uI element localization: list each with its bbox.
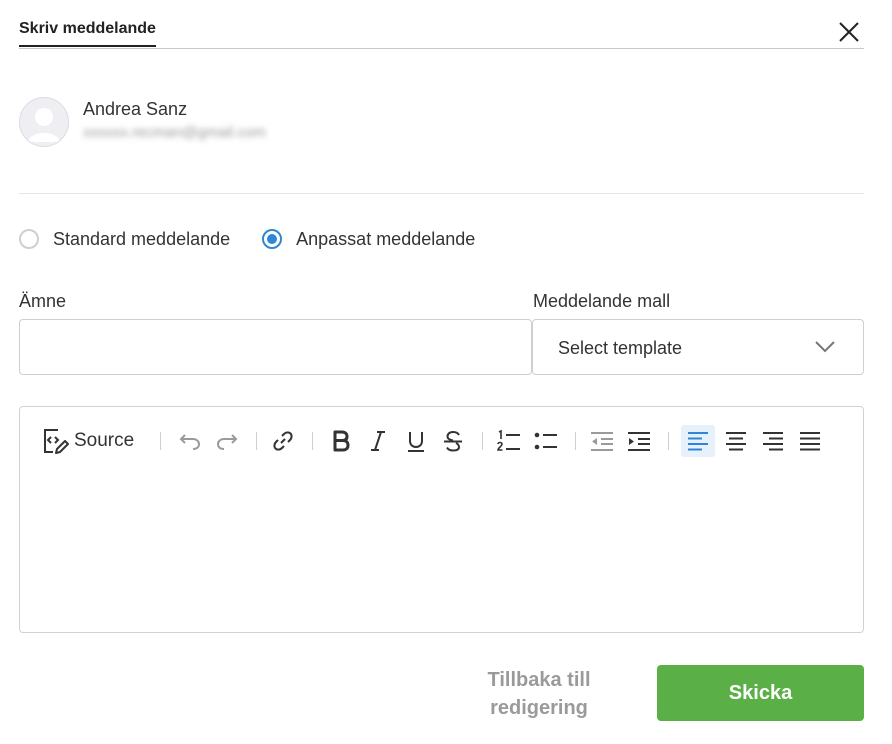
strikethrough-button[interactable] <box>438 425 468 457</box>
link-icon <box>273 431 293 451</box>
align-center-button[interactable] <box>721 425 751 457</box>
source-button[interactable]: Source <box>40 425 140 457</box>
tab-compose-message[interactable]: Skriv meddelande <box>19 20 156 47</box>
user-icon <box>28 108 60 142</box>
align-right-icon <box>763 432 783 451</box>
align-left-button[interactable] <box>681 425 715 457</box>
align-center-icon <box>726 432 746 451</box>
outdent-button[interactable] <box>587 425 617 457</box>
toolbar-divider <box>312 432 313 450</box>
italic-button[interactable] <box>363 425 393 457</box>
avatar <box>19 97 69 147</box>
align-left-icon <box>688 432 708 451</box>
bulleted-list-icon <box>534 432 557 450</box>
toolbar-divider <box>482 432 483 450</box>
source-icon <box>44 429 69 454</box>
source-label: Source <box>74 430 135 451</box>
numbered-list-button[interactable] <box>494 425 524 457</box>
recipient-card: Andrea Sanz xxxxxx.recman@gmail.com <box>19 95 864 194</box>
align-right-button[interactable] <box>758 425 788 457</box>
send-button[interactable]: Skicka <box>657 665 864 721</box>
rich-text-editor[interactable]: Source <box>19 406 864 633</box>
numbered-list-icon <box>497 429 520 451</box>
dialog-header: Skriv meddelande <box>19 0 864 49</box>
italic-icon <box>371 431 385 451</box>
toolbar-divider <box>668 432 669 450</box>
radio-standard-message[interactable]: Standard meddelande <box>19 229 230 250</box>
template-select[interactable]: Select template <box>532 319 864 375</box>
recipient-name: Andrea Sanz <box>83 99 188 119</box>
subject-input[interactable] <box>19 319 532 375</box>
indent-icon <box>628 432 650 451</box>
close-icon[interactable] <box>838 21 860 43</box>
back-to-edit-button[interactable]: Tillbaka till redigering <box>470 666 608 722</box>
align-justify-icon <box>800 432 820 451</box>
justify-button[interactable] <box>795 425 825 457</box>
radio-standard-label: Standard meddelande <box>53 228 231 249</box>
message-type-group: Standard meddelande Anpassat meddelande <box>19 225 507 253</box>
radio-custom-message[interactable]: Anpassat meddelande <box>262 229 475 250</box>
recipient-email: xxxxxx.recman@gmail.com <box>83 124 266 141</box>
subject-label: Ämne <box>19 291 67 311</box>
radio-standard-circle[interactable] <box>19 229 39 249</box>
radio-custom-circle[interactable] <box>262 229 283 249</box>
chevron-down-icon <box>815 340 835 358</box>
undo-button[interactable] <box>175 425 205 457</box>
undo-icon <box>179 434 201 450</box>
toolbar-divider <box>575 432 576 450</box>
bold-icon <box>333 430 350 452</box>
template-label: Meddelande mall <box>533 291 671 311</box>
underline-icon <box>408 432 424 452</box>
outdent-icon <box>591 432 613 451</box>
redo-button[interactable] <box>212 425 242 457</box>
template-selected: Select template <box>558 338 683 358</box>
bold-button[interactable] <box>326 425 356 457</box>
bulleted-list-button[interactable] <box>531 425 561 457</box>
radio-custom-label: Anpassat meddelande <box>296 228 476 249</box>
strikethrough-icon <box>444 430 462 452</box>
toolbar-divider <box>160 432 161 450</box>
underline-button[interactable] <box>401 425 431 457</box>
link-button[interactable] <box>268 425 298 457</box>
toolbar-divider <box>256 432 257 450</box>
indent-button[interactable] <box>624 425 654 457</box>
redo-icon <box>216 434 238 450</box>
